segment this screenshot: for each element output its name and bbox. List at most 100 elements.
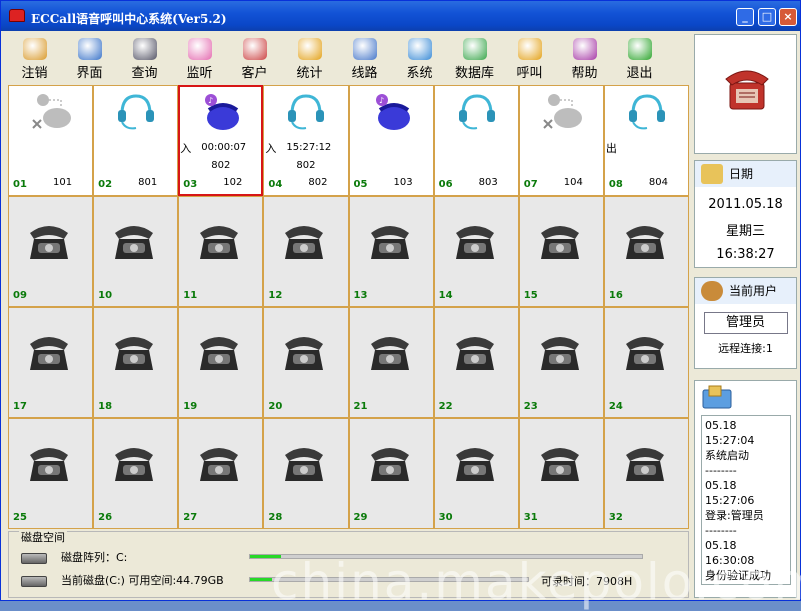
channel-number: 26 bbox=[98, 512, 113, 523]
maximize-button[interactable]: □ bbox=[758, 8, 776, 26]
toolbar-button-6[interactable]: 线路 bbox=[337, 32, 392, 84]
channel-cell-25[interactable]: 25 bbox=[9, 419, 93, 528]
channel-cell-28[interactable]: 28 bbox=[264, 419, 348, 528]
current-disk-row: 当前磁盘(C:) 可用空间:44.79GB bbox=[21, 572, 224, 588]
channel-number: 28 bbox=[268, 512, 283, 523]
channel-grid: 01 101 02 801 ♪ 03 102 入 00:00:07 802 04 802 入 15:27:… bbox=[8, 85, 689, 529]
svg-text:♪: ♪ bbox=[379, 96, 384, 105]
channel-cell-02[interactable]: 02 801 bbox=[94, 86, 178, 195]
channel-cell-14[interactable]: 14 bbox=[434, 197, 518, 306]
toolbar-button-11[interactable]: 退出 bbox=[612, 32, 667, 84]
channel-cell-09[interactable]: 09 bbox=[9, 197, 93, 306]
call-direction: 入 bbox=[180, 142, 192, 155]
channel-number: 03 bbox=[183, 179, 198, 190]
channel-number: 02 bbox=[98, 179, 113, 190]
log-entry: -------- bbox=[705, 464, 737, 477]
toolbar-label: 统计 bbox=[296, 66, 323, 81]
svg-text:♪: ♪ bbox=[208, 96, 213, 105]
date-title: 日期 bbox=[729, 167, 754, 181]
window-icon bbox=[77, 38, 102, 60]
channel-cell-03[interactable]: ♪ 03 102 入 00:00:07 802 bbox=[178, 85, 264, 196]
current-date: 2011.05.18 bbox=[708, 197, 783, 212]
toolbar-button-4[interactable]: 客户 bbox=[227, 32, 282, 84]
close-button[interactable]: × bbox=[779, 8, 797, 26]
toolbar-button-10[interactable]: 帮助 bbox=[557, 32, 612, 84]
channel-number: 18 bbox=[98, 401, 113, 412]
channel-number: 15 bbox=[523, 290, 538, 301]
toolbar-button-8[interactable]: 数据库 bbox=[447, 32, 502, 84]
extension-number: 801 bbox=[138, 177, 158, 188]
channel-number: 22 bbox=[438, 401, 453, 412]
channel-cell-04[interactable]: 04 802 入 15:27:12 802 bbox=[264, 86, 348, 195]
extension-number: 804 bbox=[648, 177, 668, 188]
channel-cell-17[interactable]: 17 bbox=[9, 308, 93, 417]
toolbar-label: 帮助 bbox=[571, 66, 598, 81]
log-entry: -------- bbox=[705, 524, 737, 537]
channel-number: 04 bbox=[268, 179, 283, 190]
extension-number: 104 bbox=[563, 177, 583, 188]
current-weekday: 星期三 bbox=[725, 224, 765, 239]
toolbar-label: 查询 bbox=[131, 66, 158, 81]
call-direction: 入 bbox=[265, 142, 277, 155]
toolbar-button-9[interactable]: 呼叫 bbox=[502, 32, 557, 84]
channel-cell-16[interactable]: 16 bbox=[604, 197, 688, 306]
channel-cell-29[interactable]: 29 bbox=[349, 419, 433, 528]
toolbar-button-0[interactable]: 注销 bbox=[7, 32, 62, 84]
caller-number: 802 bbox=[296, 160, 316, 171]
channel-cell-18[interactable]: 18 bbox=[94, 308, 178, 417]
channel-cell-23[interactable]: 23 bbox=[519, 308, 603, 417]
channel-number: 08 bbox=[608, 179, 623, 190]
channel-number: 10 bbox=[98, 290, 113, 301]
database-icon bbox=[462, 38, 487, 60]
channel-cell-11[interactable]: 11 bbox=[179, 197, 263, 306]
channel-cell-22[interactable]: 22 bbox=[434, 308, 518, 417]
extension-number: 802 bbox=[308, 177, 328, 188]
channel-number: 06 bbox=[438, 179, 453, 190]
channel-cell-27[interactable]: 27 bbox=[179, 419, 263, 528]
channel-cell-30[interactable]: 30 bbox=[434, 419, 518, 528]
channel-cell-32[interactable]: 32 bbox=[604, 419, 688, 528]
toolbar-button-3[interactable]: 监听 bbox=[172, 32, 227, 84]
extension-number: 101 bbox=[53, 177, 73, 188]
channel-cell-19[interactable]: 19 bbox=[179, 308, 263, 417]
calendar-icon bbox=[701, 164, 723, 184]
channel-number: 07 bbox=[523, 179, 538, 190]
channel-cell-24[interactable]: 24 bbox=[604, 308, 688, 417]
toolbar-button-2[interactable]: 查询 bbox=[117, 32, 172, 84]
log-entry: 系统启动 bbox=[705, 449, 749, 462]
channel-cell-08[interactable]: 08 804 出 bbox=[604, 86, 688, 195]
channel-number: 25 bbox=[13, 512, 27, 523]
channel-cell-01[interactable]: 01 101 bbox=[9, 86, 93, 195]
toolbar-label: 线路 bbox=[351, 66, 378, 81]
users-icon bbox=[22, 38, 47, 60]
toolbar-button-7[interactable]: 系统 bbox=[392, 32, 447, 84]
channel-cell-07[interactable]: 07 104 bbox=[519, 86, 603, 195]
customer-icon bbox=[242, 38, 267, 60]
channel-cell-05[interactable]: ♪ 05 103 bbox=[349, 86, 433, 195]
channel-cell-06[interactable]: 06 803 bbox=[434, 86, 518, 195]
log-entry: 05.18 15:27:06 bbox=[705, 479, 755, 507]
channel-cell-10[interactable]: 10 bbox=[94, 197, 178, 306]
window-title: ECCall语音呼叫中心系统(Ver5.2) bbox=[31, 12, 227, 26]
channel-cell-21[interactable]: 21 bbox=[349, 308, 433, 417]
toolbar-button-5[interactable]: 统计 bbox=[282, 32, 337, 84]
channel-cell-12[interactable]: 12 bbox=[264, 197, 348, 306]
search-icon bbox=[132, 38, 157, 60]
channel-cell-15[interactable]: 15 bbox=[519, 197, 603, 306]
channel-cell-13[interactable]: 13 bbox=[349, 197, 433, 306]
toolbar-label: 界面 bbox=[76, 66, 103, 81]
title-bar[interactable]: ECCall语音呼叫中心系统(Ver5.2) _ □ × bbox=[1, 1, 800, 31]
log-entry: 05.18 15:27:04 bbox=[705, 419, 755, 447]
channel-cell-31[interactable]: 31 bbox=[519, 419, 603, 528]
toolbar-label: 客户 bbox=[241, 66, 268, 81]
channel-number: 29 bbox=[353, 512, 368, 523]
minimize-button[interactable]: _ bbox=[736, 8, 754, 26]
watermark-text: china.makepolo.com bbox=[271, 553, 801, 611]
current-user-name: 管理员 bbox=[703, 312, 788, 334]
channel-cell-20[interactable]: 20 bbox=[264, 308, 348, 417]
toolbar-button-1[interactable]: 界面 bbox=[62, 32, 117, 84]
channel-cell-26[interactable]: 26 bbox=[94, 419, 178, 528]
toolbar-label: 注销 bbox=[21, 66, 48, 81]
date-panel-header: 日期 bbox=[695, 161, 796, 187]
call-icon bbox=[517, 38, 542, 60]
